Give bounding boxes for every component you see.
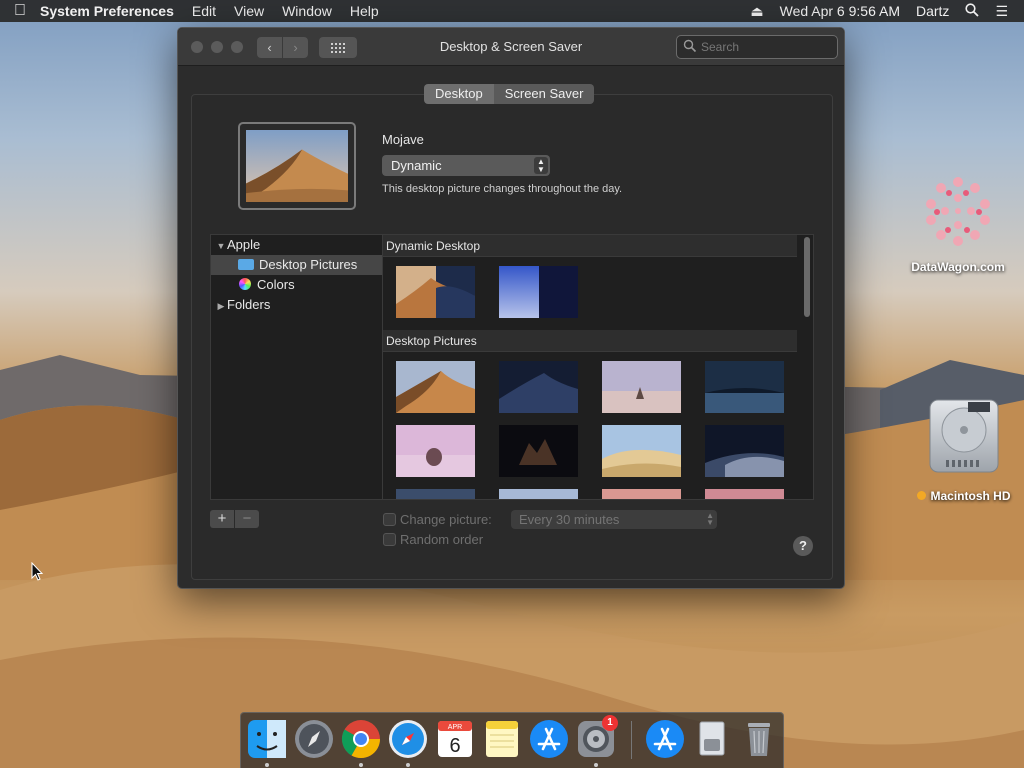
menu-clock[interactable]: Wed Apr 6 9:56 AM <box>780 3 900 19</box>
tag-dot-icon <box>917 491 927 500</box>
section-header-desktop-pictures: Desktop Pictures <box>383 330 797 352</box>
eject-icon[interactable]: ⏏ <box>750 3 763 20</box>
trash-icon[interactable] <box>739 719 779 759</box>
section-header-dynamic: Dynamic Desktop <box>383 235 797 257</box>
disclosure-open-icon[interactable]: ▼ <box>215 236 227 256</box>
menu-help[interactable]: Help <box>350 3 379 19</box>
wallpaper-thumb-tufa[interactable] <box>396 425 475 477</box>
safari-icon[interactable] <box>388 719 428 759</box>
random-order-label: Random order <box>400 532 484 547</box>
chrome-icon[interactable] <box>341 719 381 759</box>
tab-bar: Desktop Screen Saver <box>424 84 595 104</box>
source-group-label: Apple <box>227 237 261 252</box>
wallpaper-thumb-solar-gradients[interactable] <box>499 266 578 318</box>
current-wallpaper-preview <box>238 122 356 210</box>
desktop-item-label: Macintosh HD <box>930 489 1011 503</box>
menu-window[interactable]: Window <box>282 3 332 19</box>
gallery-scrollbar[interactable] <box>803 237 811 499</box>
source-item-label: Desktop Pictures <box>259 257 358 272</box>
spotlight-search-icon[interactable] <box>965 2 980 20</box>
source-list: ▼ Apple Desktop Pictures Colors ▶ Folders <box>210 234 382 500</box>
change-picture-label: Change picture: <box>400 512 492 527</box>
wallpaper-thumb-mountain-lake[interactable] <box>705 361 784 413</box>
source-group-folders[interactable]: ▶ Folders <box>211 295 382 315</box>
running-indicator <box>406 763 410 767</box>
search-icon <box>683 39 697 53</box>
calendar-day: 6 <box>449 735 460 757</box>
wallpaper-thumb-mojave-dynamic[interactable] <box>396 266 475 318</box>
window-titlebar: ‹ › Desktop & Screen Saver <box>178 28 844 66</box>
calendar-icon[interactable]: APR 6 <box>435 719 475 759</box>
wallpaper-thumb-mojave-lake[interactable] <box>602 361 681 413</box>
select-stepper-icon: ▲ ▼ <box>534 157 548 174</box>
menu-app-name[interactable]: System Preferences <box>40 3 174 19</box>
notification-center-icon[interactable]: ☰ <box>995 3 1008 20</box>
menu-edit[interactable]: Edit <box>192 3 216 19</box>
notes-icon[interactable] <box>482 719 522 759</box>
wallpaper-thumb-tufa-night[interactable] <box>499 425 578 477</box>
wallpaper-description: This desktop picture changes throughout … <box>382 183 623 195</box>
source-item-colors[interactable]: Colors <box>211 275 382 295</box>
help-button[interactable]: ? <box>793 536 813 556</box>
wallpaper-mode-value: Dynamic <box>391 158 442 173</box>
menu-view[interactable]: View <box>234 3 264 19</box>
wallpaper-thumb-mojave-night[interactable] <box>499 361 578 413</box>
color-wheel-icon <box>239 278 251 290</box>
mouse-cursor-icon <box>31 562 44 581</box>
documents-stack-icon[interactable] <box>692 719 732 759</box>
source-group-label: Folders <box>227 297 271 312</box>
scrollbar-thumb[interactable] <box>804 237 810 317</box>
menu-user[interactable]: Dartz <box>916 3 949 19</box>
disclosure-closed-icon[interactable]: ▶ <box>215 296 227 316</box>
wallpaper-preview-image <box>246 130 348 202</box>
calendar-month: APR <box>448 724 462 731</box>
menu-bar:  System Preferences Edit View Window He… <box>0 0 1024 22</box>
datawagon-icon[interactable] <box>915 168 1001 254</box>
search-input[interactable] <box>676 35 838 59</box>
select-stepper-icon: ▲ ▼ <box>706 511 714 527</box>
apple-logo-icon[interactable]:  <box>0 2 40 20</box>
downloads-stack-icon[interactable] <box>645 719 685 759</box>
wallpaper-thumb-mojave-day[interactable] <box>396 361 475 413</box>
change-picture-checkbox[interactable] <box>383 513 396 526</box>
desktop-item-label[interactable]: DataWagon.com <box>900 260 1016 274</box>
change-interval-select[interactable]: Every 30 minutes ▲ ▼ <box>511 510 717 529</box>
dock-separator <box>631 721 632 759</box>
app-store-icon[interactable] <box>529 719 569 759</box>
add-folder-button[interactable]: + <box>210 510 234 528</box>
preferences-window: ‹ › Desktop & Screen Saver Desktop Scree… <box>177 27 845 589</box>
notification-badge: 1 <box>602 715 618 731</box>
remove-folder-button[interactable]: − <box>235 510 259 528</box>
random-order-checkbox[interactable] <box>383 533 396 546</box>
finder-icon[interactable] <box>247 719 287 759</box>
wallpaper-name: Mojave <box>382 132 424 147</box>
folder-icon <box>238 259 254 270</box>
source-item-label: Colors <box>257 277 295 292</box>
launchpad-icon[interactable] <box>294 719 334 759</box>
wallpaper-mode-select[interactable]: Dynamic ▲ ▼ <box>382 155 550 176</box>
source-group-apple[interactable]: ▼ Apple <box>211 235 382 255</box>
running-indicator <box>359 763 363 767</box>
source-item-desktop-pictures[interactable]: Desktop Pictures <box>211 255 382 275</box>
wallpaper-thumb-row3-d[interactable] <box>705 489 784 500</box>
desktop-item-macintosh-hd[interactable]: Macintosh HD <box>906 489 1022 503</box>
running-indicator <box>265 763 269 767</box>
dock: APR 6 1 <box>240 712 784 768</box>
wallpaper-thumb-row3-b[interactable] <box>499 489 578 500</box>
tab-screen-saver[interactable]: Screen Saver <box>493 84 595 104</box>
tab-desktop[interactable]: Desktop <box>424 84 494 104</box>
wallpaper-thumb-row3-a[interactable] <box>396 489 475 500</box>
wallpaper-gallery: Dynamic Desktop Desktop Pictures <box>382 234 814 500</box>
running-indicator <box>594 763 598 767</box>
wallpaper-thumb-row3-c[interactable] <box>602 489 681 500</box>
wallpaper-thumb-dunes-day[interactable] <box>602 425 681 477</box>
hard-drive-icon[interactable] <box>928 398 1000 474</box>
change-interval-value: Every 30 minutes <box>519 512 620 527</box>
wallpaper-thumb-dunes-night[interactable] <box>705 425 784 477</box>
